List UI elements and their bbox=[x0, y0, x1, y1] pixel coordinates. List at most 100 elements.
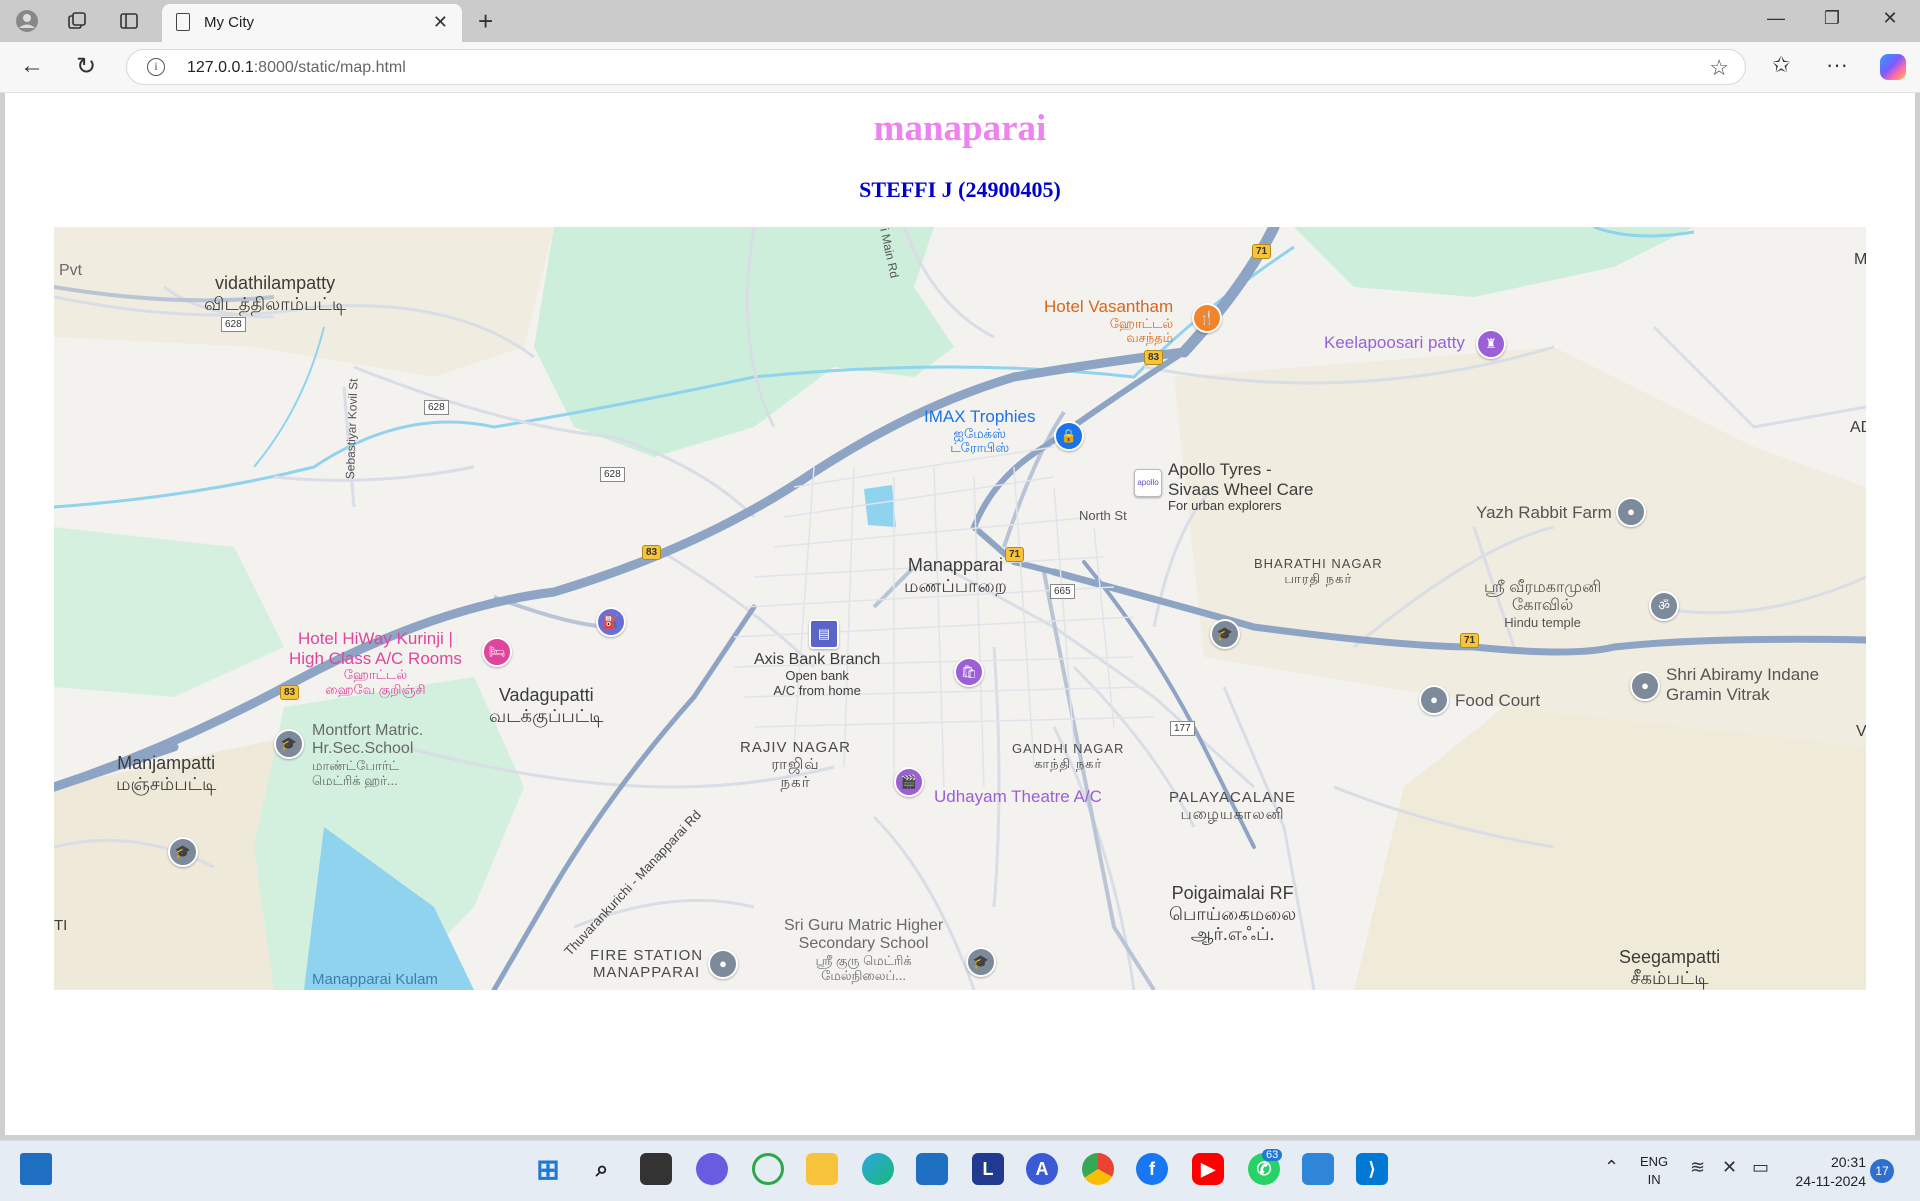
back-icon[interactable]: ← bbox=[20, 52, 44, 80]
reload-icon[interactable]: ↻ bbox=[76, 52, 96, 81]
fuel-pin-icon[interactable]: ⛽ bbox=[596, 607, 626, 637]
browser-toolbar: ← ↻ i 127.0.0.1:8000/static/map.html ☆ ✩… bbox=[0, 42, 1920, 93]
url-text: 127.0.0.1:8000/static/map.html bbox=[187, 59, 406, 76]
place-pin-icon[interactable]: ● bbox=[1630, 671, 1660, 701]
tab-my-city[interactable]: My City ✕ bbox=[162, 4, 462, 42]
language-indicator[interactable]: ENG IN bbox=[1640, 1153, 1668, 1189]
chat-icon[interactable] bbox=[696, 1153, 728, 1185]
school-pin-icon[interactable]: 🎓 bbox=[966, 947, 996, 977]
shopping-pin-icon[interactable]: 🔒 bbox=[1054, 421, 1084, 451]
map-view[interactable]: 628 628 628 83 83 83 71 71 71 665 177 Pv… bbox=[54, 227, 1866, 990]
file-explorer-icon[interactable] bbox=[806, 1153, 838, 1185]
restore-icon[interactable]: ❐ bbox=[1812, 8, 1852, 29]
close-tab-icon[interactable]: ✕ bbox=[433, 12, 448, 33]
label-seegampatti: Seegampatti சீகம்பட்டி bbox=[1619, 947, 1721, 988]
road-83-shield: 83 bbox=[642, 545, 662, 560]
label-edge-ad: AD bbox=[1850, 419, 1866, 436]
place-pin-icon[interactable]: ● bbox=[1616, 497, 1646, 527]
poi-hotel-hiway-kurinji[interactable]: Hotel HiWay Kurinji | High Class A/C Room… bbox=[289, 629, 462, 698]
chrome-icon[interactable] bbox=[1082, 1153, 1114, 1185]
chevron-up-icon[interactable]: ⌃ bbox=[1604, 1157, 1619, 1178]
store-icon[interactable] bbox=[916, 1153, 948, 1185]
vscode-icon[interactable]: ⟩ bbox=[1356, 1153, 1388, 1185]
label-rajiv-nagar: RAJIV NAGAR ராஜிவ் நகர் bbox=[740, 739, 852, 791]
battery-icon[interactable]: ▭ bbox=[1752, 1157, 1769, 1178]
hotel-pin-icon[interactable]: 🛏 bbox=[482, 637, 512, 667]
l-app-icon[interactable]: L bbox=[972, 1153, 1004, 1185]
road-71-shield: 71 bbox=[1252, 244, 1272, 259]
page-subtitle: STEFFI J (24900405) bbox=[859, 177, 1061, 202]
label-edge-v: V bbox=[1856, 723, 1866, 740]
label-manjampatti: Manjampatti மஞ்சம்பட்டி bbox=[116, 753, 217, 794]
poi-abirami-indane[interactable]: Shri Abiramy Indane Gramin Vitrak bbox=[1666, 665, 1819, 704]
more-menu-icon[interactable]: ··· bbox=[1826, 52, 1848, 78]
road-71-shield: 71 bbox=[1005, 547, 1025, 562]
edge-icon[interactable] bbox=[862, 1153, 894, 1185]
minimize-icon[interactable]: — bbox=[1756, 8, 1796, 29]
copilot-icon[interactable] bbox=[1880, 54, 1906, 80]
road-628-label: 628 bbox=[221, 317, 246, 332]
road-665-label: 665 bbox=[1050, 584, 1075, 599]
start-icon[interactable]: ⊞ bbox=[532, 1153, 564, 1185]
poi-axis-bank-branch[interactable]: Axis Bank Branch Open bank A/C from home bbox=[754, 651, 880, 699]
label-palayacalane: PALAYACALANE பழையகாலனி bbox=[1169, 789, 1297, 824]
poi-montfort-school[interactable]: Montfort Matric. Hr.Sec.School மாண்ட்போர்ட… bbox=[312, 722, 423, 789]
notification-badge[interactable]: 17 bbox=[1870, 1159, 1894, 1183]
theatre-pin-icon[interactable]: 🎬 bbox=[894, 767, 924, 797]
youtube-icon[interactable]: ▶ bbox=[1192, 1153, 1224, 1185]
poi-sri-guru-school[interactable]: Sri Guru Matric Higher Secondary School ஸ்… bbox=[784, 917, 943, 984]
school-pin-icon[interactable]: 🎓 bbox=[274, 729, 304, 759]
apollo-logo-icon[interactable]: apollo bbox=[1134, 469, 1162, 497]
road-71-shield: 71 bbox=[1460, 633, 1480, 648]
favorite-star-icon[interactable]: ☆ bbox=[1709, 55, 1729, 81]
landmark-pin-icon[interactable]: ♜ bbox=[1476, 329, 1506, 359]
wifi-icon[interactable]: ≋ bbox=[1690, 1157, 1705, 1178]
workspaces-icon[interactable] bbox=[64, 8, 90, 34]
place-pin-icon[interactable]: ● bbox=[708, 949, 738, 979]
poi-fire-station[interactable]: FIRE STATION MANAPPARAI bbox=[590, 947, 703, 982]
sync-icon[interactable] bbox=[752, 1153, 784, 1185]
label-edge-ti: TI bbox=[54, 917, 68, 934]
close-window-icon[interactable]: ✕ bbox=[1870, 8, 1910, 29]
poi-food-court[interactable]: Food Court bbox=[1455, 691, 1540, 711]
photos-icon[interactable] bbox=[1302, 1153, 1334, 1185]
poi-veeramakamuni-temple[interactable]: ஸ்ரீ வீரமகாமுனி கோவில் Hindu temple bbox=[1484, 579, 1601, 631]
shopping-pin-icon[interactable]: 🛍 bbox=[954, 657, 984, 687]
poi-imax-trophies[interactable]: IMAX Trophies ஐமேக்ஸ் ட்ரோபிஸ் bbox=[924, 407, 1036, 456]
label-pvt: Pvt bbox=[59, 262, 83, 279]
bank-pin-icon[interactable]: ▤ bbox=[809, 619, 839, 649]
place-pin-icon[interactable]: ● bbox=[1419, 685, 1449, 715]
restaurant-pin-icon[interactable]: 🍴 bbox=[1192, 303, 1222, 333]
label-vadagupatti: Vadagupatti வடக்குப்பட்டி bbox=[489, 685, 604, 726]
whatsapp-badge: 63 bbox=[1262, 1149, 1283, 1161]
label-edge-m: M bbox=[1854, 251, 1866, 268]
profile-icon[interactable] bbox=[14, 8, 40, 34]
poi-apollo-tyres[interactable]: Apollo Tyres - Sivaas Wheel Care For urban… bbox=[1168, 460, 1314, 514]
poi-hotel-vasantham[interactable]: Hotel Vasantham ஹோட்டல் வசந்தம் bbox=[1044, 297, 1173, 346]
poi-udhayam-theatre[interactable]: Udhayam Theatre A/C bbox=[934, 787, 1102, 807]
tab-actions-icon[interactable] bbox=[116, 8, 142, 34]
school-pin-icon[interactable]: 🎓 bbox=[1210, 619, 1240, 649]
poi-yazh-rabbit-farm[interactable]: Yazh Rabbit Farm bbox=[1476, 503, 1612, 523]
clock[interactable]: 20:31 24-11-2024 bbox=[1790, 1153, 1866, 1191]
favorites-icon[interactable]: ✩ bbox=[1772, 52, 1790, 78]
new-tab-icon[interactable]: + bbox=[478, 6, 493, 37]
task-view-icon[interactable] bbox=[640, 1153, 672, 1185]
page-icon bbox=[176, 13, 190, 31]
facebook-icon[interactable]: f bbox=[1136, 1153, 1168, 1185]
a-app-icon[interactable]: A bbox=[1026, 1153, 1058, 1185]
address-bar[interactable]: i 127.0.0.1:8000/static/map.html ☆ bbox=[126, 49, 1746, 85]
label-manapparai: Manapparai மணப்பாறை bbox=[904, 555, 1007, 596]
temple-pin-icon[interactable]: ॐ bbox=[1649, 591, 1679, 621]
pond bbox=[864, 485, 896, 527]
label-poigaimalai-rf: Poigaimalai RF பொய்கைமலை ஆர்.எஃப். bbox=[1169, 883, 1297, 945]
label-bharathi-nagar: BHARATHI NAGAR பாரதி நகர் bbox=[1254, 556, 1383, 586]
poi-keelapoosari-patty[interactable]: Keelapoosari patty bbox=[1324, 333, 1465, 353]
search-icon[interactable]: ⌕ bbox=[586, 1153, 618, 1185]
label-manapparai-kulam: Manapparai Kulam bbox=[312, 971, 438, 988]
label-vidathilampatty: vidathilampatty விடத்திலாம்பட்டி bbox=[204, 273, 347, 314]
school-pin-icon[interactable]: 🎓 bbox=[168, 837, 198, 867]
site-info-icon[interactable]: i bbox=[147, 58, 165, 76]
volume-icon[interactable]: ✕ bbox=[1722, 1157, 1737, 1178]
widgets-icon[interactable] bbox=[20, 1153, 52, 1185]
